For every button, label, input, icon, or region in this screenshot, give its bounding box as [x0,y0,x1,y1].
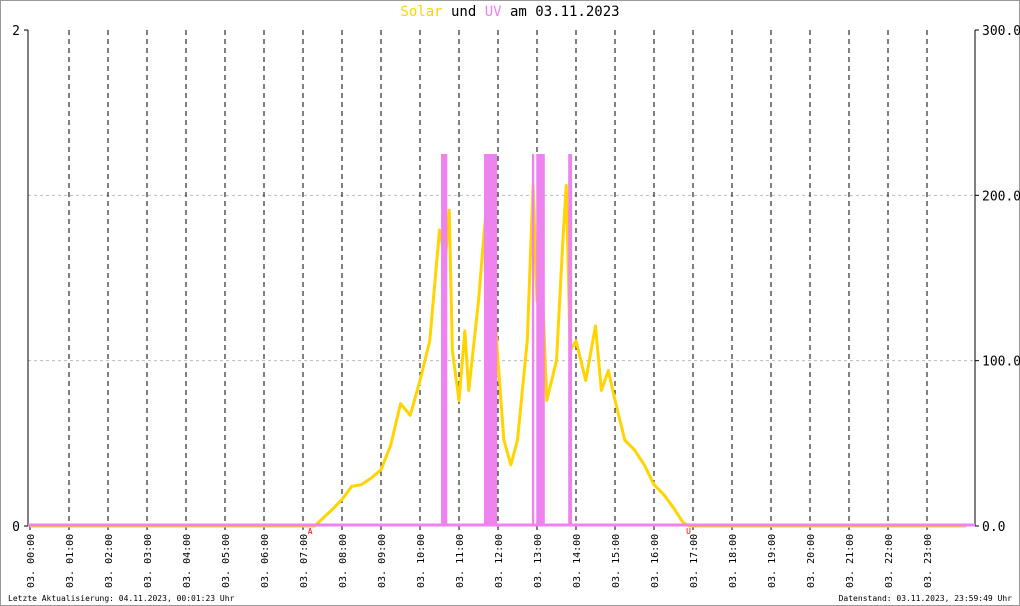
x-tick-label: 03. 13:00 [533,534,544,588]
left-tick-label: 2 [12,24,20,39]
x-tick-label: 03. 10:00 [416,534,427,588]
x-tick-label: 03. 04:00 [182,534,193,588]
footer-last-update: Letzte Aktualisierung: 04.11.2023, 00:01… [8,594,235,603]
x-tick-label: 03. 21:00 [845,534,856,588]
footer-data-state: Datenstand: 03.11.2023, 23:59:49 Uhr [838,594,1012,603]
chart-svg: 03. 00:00 03. 01:00 03. 02:00 03. 03:00 03. … [12,24,1020,588]
right-tick-label: 200.0 [982,189,1020,204]
x-tick-label: 03. 00:00 [26,534,37,588]
x-tick-label: 03. 09:00 [377,534,388,588]
x-tick-label: 03. 05:00 [221,534,232,588]
marker-u: U [686,527,691,536]
x-tick-label: 03. 03:00 [143,534,154,588]
x-tick-label: 03. 07:00 [299,534,310,588]
x-tick-label: 03. 22:00 [884,534,895,588]
x-tick-label: 03. 19:00 [767,534,778,588]
marker-a: A [308,527,313,536]
x-tick-label: 03. 18:00 [728,534,739,588]
left-tick-label: 0 [12,520,20,535]
right-tick-label: 300.0 [982,24,1020,39]
uv-bar [441,154,448,526]
x-tick-label: 03. 15:00 [611,534,622,588]
x-tick-label: 03. 20:00 [806,534,817,588]
x-tick-label: 03. 11:00 [455,534,466,588]
x-tick-label: 03. 01:00 [65,534,76,588]
right-tick-label: 0.0 [982,520,1005,535]
x-tick-label: 03. 23:00 [923,534,934,588]
uv-bar [568,154,573,526]
uv-bar [531,154,535,526]
x-tick-label: 03. 16:00 [650,534,661,588]
x-tick-label: 03. 06:00 [260,534,271,588]
uv-bar [536,154,545,526]
x-tick-label: 03. 02:00 [104,534,115,588]
x-tick-label: 03. 14:00 [572,534,583,588]
x-tick-label: 03. 12:00 [494,534,505,588]
uv-bar [483,154,498,526]
x-tick-label: 03. 08:00 [338,534,349,588]
x-tick-label: 03. 17:00 [689,534,700,588]
right-tick-label: 100.0 [982,355,1020,370]
